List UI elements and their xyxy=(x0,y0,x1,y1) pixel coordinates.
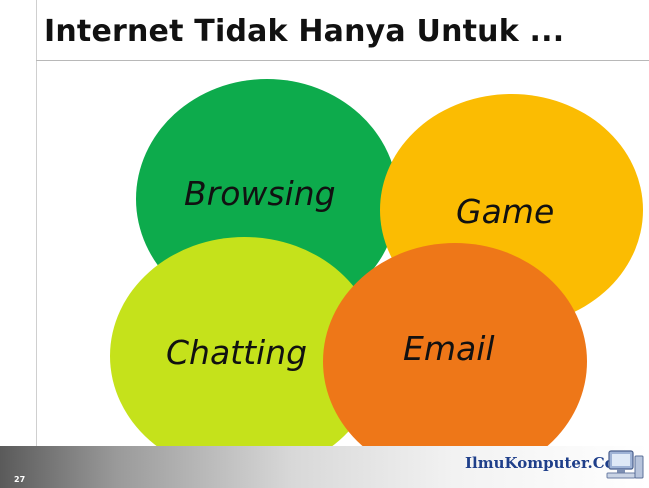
circle-email: Email xyxy=(323,243,587,480)
slide: Internet Tidak Hanya Untuk ... Browsing … xyxy=(0,0,649,488)
title-divider xyxy=(36,60,649,61)
circle-browsing-label: Browsing xyxy=(184,174,336,213)
computer-icon xyxy=(606,450,644,479)
circle-game-label: Game xyxy=(456,192,555,231)
left-divider xyxy=(36,0,37,455)
circle-chatting-label: Chatting xyxy=(166,333,308,372)
slide-title: Internet Tidak Hanya Untuk ... xyxy=(44,14,565,49)
slide-number: 27 xyxy=(14,475,26,484)
circle-email-label: Email xyxy=(403,329,495,368)
